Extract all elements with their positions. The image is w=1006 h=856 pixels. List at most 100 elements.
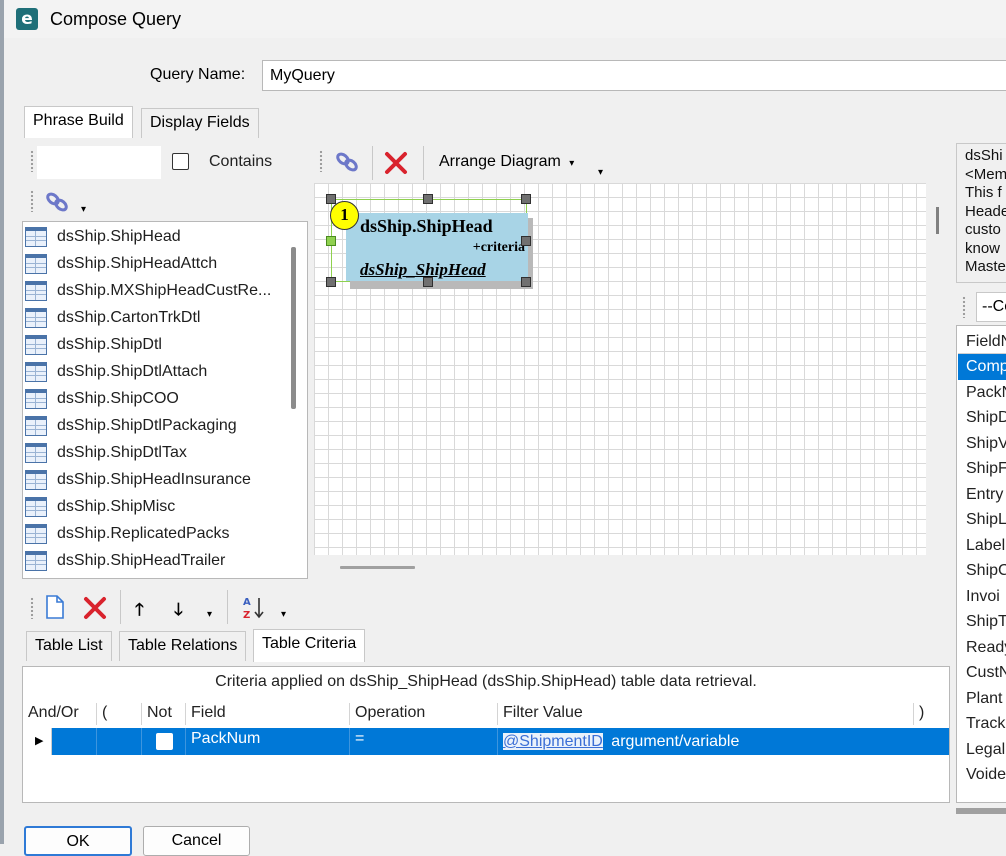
field-list-item[interactable]: Ready <box>958 635 1006 661</box>
table-list-item[interactable]: dsShip.ShipHeadAttch <box>25 250 287 277</box>
description-line: Maste <box>965 258 1006 275</box>
column-divider <box>96 703 97 725</box>
col-header-close-paren[interactable]: ) <box>919 704 924 722</box>
table-list-item[interactable]: dsShip.ShipDtlTax <box>25 439 287 466</box>
table-list-item-label: dsShip.ShipMisc <box>57 497 176 515</box>
field-list-item[interactable]: ShipD <box>958 405 1006 431</box>
resize-handle[interactable] <box>326 194 336 204</box>
diagram-hscrollbar-thumb[interactable] <box>340 566 415 569</box>
table-search-input[interactable] <box>37 146 161 179</box>
link-tables-button[interactable] <box>44 190 74 214</box>
tab-phrase-build[interactable]: Phrase Build <box>24 106 133 138</box>
table-icon <box>25 496 47 517</box>
criteria-row[interactable]: ▶ PackNum = @ShipmentID argument/variabl… <box>23 728 949 755</box>
table-list-item[interactable]: dsShip.CartonTrkDtl <box>25 304 287 331</box>
table-list-item[interactable]: dsShip.ShipMisc <box>25 493 287 520</box>
criteria-operation-cell[interactable]: = <box>355 730 364 748</box>
resize-handle[interactable] <box>521 236 531 246</box>
not-checkbox[interactable] <box>156 733 173 750</box>
field-list-item[interactable]: Voide <box>958 762 1006 788</box>
new-document-icon <box>46 595 64 619</box>
tab-table-list[interactable]: Table List <box>26 631 112 661</box>
field-list-item[interactable]: Plant <box>958 686 1006 712</box>
col-header-andor[interactable]: And/Or <box>28 704 79 722</box>
table-list-item[interactable]: dsShip.MXShipHeadCustRe... <box>25 277 287 304</box>
remove-table-button[interactable] <box>384 151 408 175</box>
field-list-item[interactable]: Track <box>958 711 1006 737</box>
toolbar-grip[interactable] <box>30 150 34 172</box>
ok-button[interactable]: OK <box>24 826 132 856</box>
app-e-icon: e <box>16 8 38 30</box>
resize-handle[interactable] <box>423 277 433 287</box>
field-list-item[interactable]: Entry <box>958 482 1006 508</box>
row-selector[interactable]: ▶ <box>26 728 52 755</box>
contains-checkbox[interactable] <box>172 153 189 170</box>
field-list-item[interactable]: ShipC <box>958 558 1006 584</box>
field-list-item[interactable]: ShipT <box>958 609 1006 635</box>
table-list-item[interactable]: dsShip.ReplicatedPacks <box>25 520 287 547</box>
query-name-input[interactable]: MyQuery <box>262 60 1006 91</box>
col-header-open-paren[interactable]: ( <box>102 704 107 722</box>
field-list-item[interactable]: PackN <box>958 380 1006 406</box>
criteria-filter-cell[interactable]: @ShipmentID argument/variable <box>503 733 739 751</box>
criteria-field-cell[interactable]: PackNum <box>191 730 260 748</box>
resize-handle[interactable] <box>521 194 531 204</box>
toolbar-grip[interactable] <box>30 597 34 619</box>
table-list-item[interactable]: dsShip.ShipHeadInsurance <box>25 466 287 493</box>
filter-value-link[interactable]: @ShipmentID <box>503 733 603 750</box>
sort-button[interactable]: A Z <box>242 594 266 622</box>
table-list-item[interactable]: dsShip.ShipDtl <box>25 331 287 358</box>
cell-divider <box>141 728 142 755</box>
field-list-scrollbar[interactable] <box>956 808 1006 814</box>
field-list-item[interactable]: Label <box>958 533 1006 559</box>
resize-handle[interactable] <box>326 236 336 246</box>
chevron-down-icon[interactable]: ▾ <box>207 609 212 620</box>
move-down-button[interactable]: 🡓 <box>174 597 183 626</box>
toolbar-grip[interactable] <box>30 190 34 212</box>
field-list-item[interactable]: ShipL <box>958 507 1006 533</box>
table-list-item[interactable]: dsShip.ShipCOO <box>25 385 287 412</box>
tab-table-criteria[interactable]: Table Criteria <box>253 629 366 662</box>
field-list-header[interactable]: FieldN <box>958 329 1006 355</box>
column-divider <box>185 703 186 725</box>
table-list-item[interactable]: dsShip.ShipHeadTrailer <box>25 547 287 574</box>
new-criteria-button[interactable] <box>44 594 66 622</box>
field-list-item[interactable]: Comp <box>958 354 1006 380</box>
arrange-diagram-button[interactable]: Arrange Diagram ▾ <box>439 153 574 171</box>
move-up-button[interactable]: 🡑 <box>135 597 144 626</box>
field-list-item[interactable]: ShipF <box>958 456 1006 482</box>
chain-link-icon <box>336 152 358 172</box>
table-list-item-label: dsShip.ShipHeadAttch <box>57 254 218 272</box>
resize-handle[interactable] <box>521 277 531 287</box>
field-list-item[interactable]: Invoi <box>958 584 1006 610</box>
diagram-vscrollbar-thumb[interactable] <box>936 207 939 234</box>
field-list-item[interactable]: Legal <box>958 737 1006 763</box>
col-header-field[interactable]: Field <box>191 704 226 722</box>
tab-display-fields[interactable]: Display Fields <box>141 108 259 138</box>
col-header-filter-value[interactable]: Filter Value <box>503 704 583 722</box>
toolbar-grip[interactable] <box>962 296 966 318</box>
resize-handle[interactable] <box>423 194 433 204</box>
cancel-button[interactable]: Cancel <box>143 826 250 856</box>
field-list-item[interactable]: CustN <box>958 660 1006 686</box>
table-list-item[interactable]: dsShip.ShipDtlAttach <box>25 358 287 385</box>
table-list-item[interactable]: dsShip.ShipDtlPackaging <box>25 412 287 439</box>
toolbar-grip[interactable] <box>319 150 323 172</box>
chevron-down-icon[interactable]: ▾ <box>81 204 86 215</box>
link-button[interactable] <box>334 150 364 176</box>
arrow-down-icon: 🡓 <box>174 600 183 619</box>
tab-table-relations[interactable]: Table Relations <box>119 631 247 661</box>
table-icon <box>25 469 47 490</box>
col-header-operation[interactable]: Operation <box>355 704 425 722</box>
chevron-down-icon[interactable]: ▾ <box>598 167 603 178</box>
col-header-not[interactable]: Not <box>147 704 172 722</box>
chevron-down-icon[interactable]: ▾ <box>281 609 286 620</box>
table-list-scrollbar-thumb[interactable] <box>291 247 296 409</box>
field-filter-dropdown[interactable]: --Co <box>976 292 1006 322</box>
table-node-dsship-shiphead[interactable]: dsShip.ShipHead +criteria dsShip_ShipHea… <box>346 213 528 281</box>
table-list-item-label: dsShip.MXShipHeadCustRe... <box>57 281 272 299</box>
table-list-item[interactable]: dsShip.ShipHead <box>25 223 287 250</box>
delete-criteria-button[interactable] <box>83 596 107 620</box>
field-list-item[interactable]: ShipV <box>958 431 1006 457</box>
resize-handle[interactable] <box>326 277 336 287</box>
